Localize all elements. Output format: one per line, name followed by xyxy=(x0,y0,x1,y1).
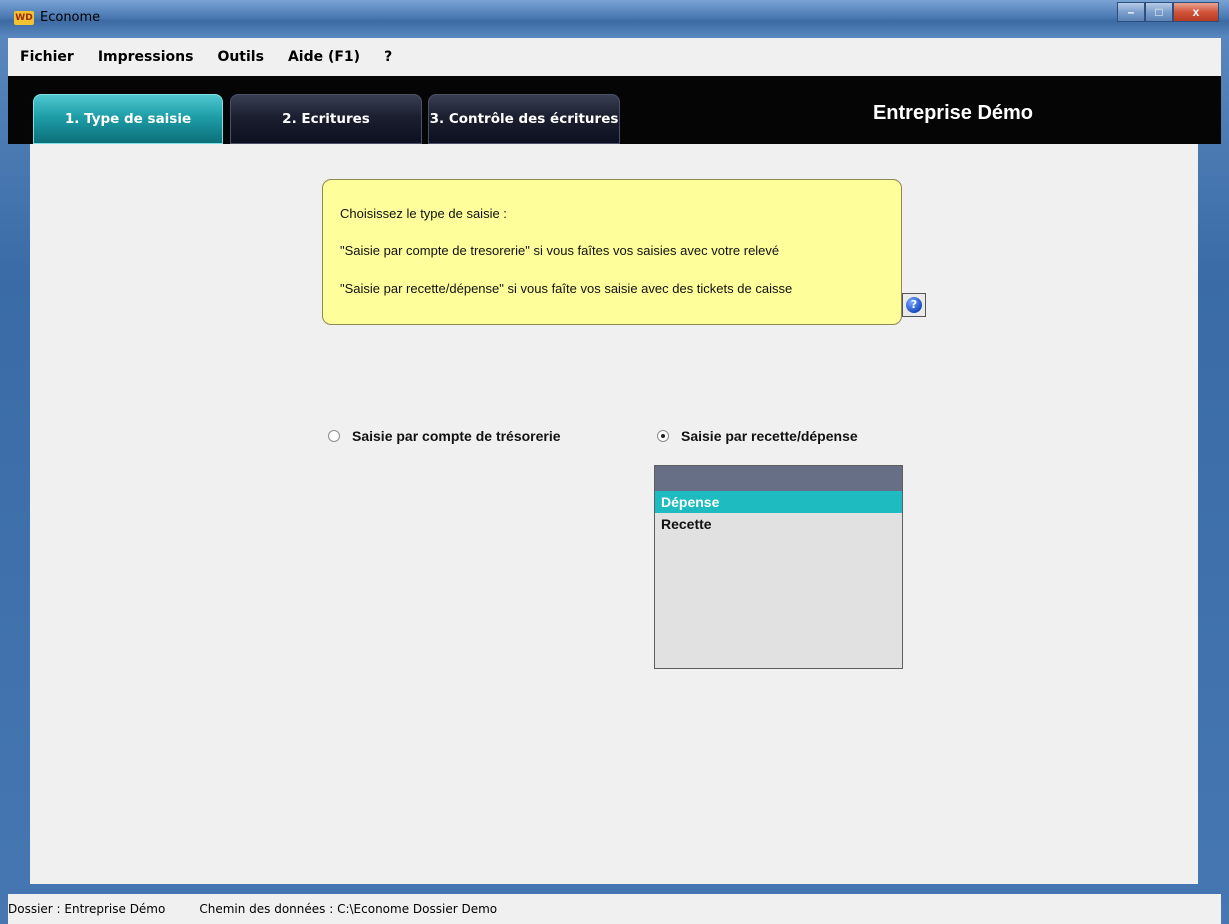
tab-controle-ecritures[interactable]: 3. Contrôle des écritures xyxy=(428,94,620,144)
menu-aide[interactable]: Aide (F1) xyxy=(276,49,372,65)
minimize-button[interactable]: – xyxy=(1117,2,1145,22)
listbox-header xyxy=(655,466,902,491)
help-button[interactable]: ? xyxy=(902,293,926,317)
type-listbox[interactable]: Dépense Recette xyxy=(654,465,903,669)
info-line-instruction: Choisissez le type de saisie : xyxy=(340,206,507,221)
window-controls: – □ x xyxy=(1117,2,1219,22)
info-line-recette-depense: "Saisie par recette/dépense" si vous faî… xyxy=(340,281,793,296)
radio-recette-depense[interactable]: Saisie par recette/dépense xyxy=(657,428,858,444)
status-bar: Dossier : Entreprise Démo Chemin des don… xyxy=(8,894,1221,924)
maximize-button[interactable]: □ xyxy=(1145,2,1173,22)
close-button[interactable]: x xyxy=(1173,2,1219,22)
radio-button-checked-icon xyxy=(657,430,669,442)
list-item-depense[interactable]: Dépense xyxy=(655,491,902,513)
help-question-icon: ? xyxy=(906,297,922,313)
menu-impressions[interactable]: Impressions xyxy=(86,49,206,65)
menu-bar: Fichier Impressions Outils Aide (F1) ? xyxy=(8,38,1221,76)
menu-outils[interactable]: Outils xyxy=(205,49,276,65)
radio-compte-tresorerie[interactable]: Saisie par compte de trésorerie xyxy=(328,428,561,444)
list-item-recette[interactable]: Recette xyxy=(655,513,902,535)
title-bar[interactable]: WD Econome – □ x xyxy=(0,0,1229,38)
radio-label-recette-depense: Saisie par recette/dépense xyxy=(681,428,858,444)
radio-label-tresorerie: Saisie par compte de trésorerie xyxy=(352,428,561,444)
status-dossier: Dossier : Entreprise Démo xyxy=(8,902,166,916)
main-panel: Choisissez le type de saisie : "Saisie p… xyxy=(30,144,1198,884)
radio-button-icon xyxy=(328,430,340,442)
app-logo-icon: WD xyxy=(14,11,34,25)
info-line-tresorerie: "Saisie par compte de tresorerie" si vou… xyxy=(340,243,780,258)
status-path: Chemin des données : C:\Econome Dossier … xyxy=(199,902,498,916)
tab-type-de-saisie[interactable]: 1. Type de saisie xyxy=(33,94,223,144)
company-title: Entreprise Démo xyxy=(872,102,1034,124)
menu-fichier[interactable]: Fichier xyxy=(8,49,86,65)
window-title: Econome xyxy=(40,10,101,25)
tab-header: 1. Type de saisie 2. Ecritures 3. Contrô… xyxy=(8,76,1221,144)
info-box: Choisissez le type de saisie : "Saisie p… xyxy=(322,179,902,325)
tab-ecritures[interactable]: 2. Ecritures xyxy=(230,94,422,144)
app-window: WD Econome – □ x Fichier Impressions Out… xyxy=(0,0,1229,924)
menu-about[interactable]: ? xyxy=(372,49,404,65)
